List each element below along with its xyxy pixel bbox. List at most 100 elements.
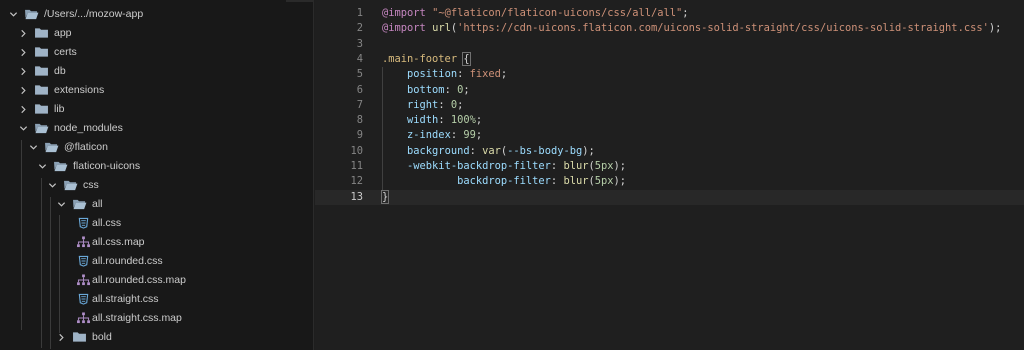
code-token: ; — [457, 98, 464, 111]
chevron-right-icon[interactable] — [16, 83, 30, 97]
code-token: : — [550, 160, 564, 172]
chevron-down-icon[interactable] — [26, 140, 40, 154]
tree-folder-bold[interactable]: bold — [0, 328, 368, 347]
code-token: fixed — [469, 68, 501, 81]
css-file-icon — [75, 292, 91, 306]
explorer-toolbar-edge — [286, 0, 314, 2]
chevron-right-icon[interactable] — [16, 102, 30, 116]
tree-folder-all[interactable]: all — [0, 195, 368, 214]
tree-folder-extensions[interactable]: extensions — [0, 81, 330, 100]
folder-icon — [33, 102, 49, 116]
code-token: "~@flaticon/flaticon-uicons/css/all/all" — [432, 7, 683, 19]
code-token: 5px — [594, 175, 614, 188]
code-token: ); — [582, 144, 595, 157]
chevron-right-icon[interactable] — [16, 64, 30, 78]
tree-folder-flaticon-uicons[interactable]: flaticon-uicons — [0, 157, 349, 176]
code-line[interactable]: 5 position: fixed; — [315, 67, 1024, 82]
chevron-down-icon[interactable] — [6, 7, 20, 21]
tree-item-label: all.straight.css.map — [92, 312, 182, 324]
tree-item-label: node_modules — [54, 122, 123, 134]
tree-folder-certs[interactable]: certs — [0, 43, 330, 62]
chevron-down-icon[interactable] — [54, 197, 68, 211]
tree-item-label: extensions — [54, 84, 105, 96]
code-line[interactable]: 2 @import url('https://cdn-uicons.flatico… — [315, 21, 1024, 36]
chevron-down-icon[interactable] — [16, 121, 30, 135]
tree-item-label: certs — [54, 46, 77, 58]
chevron-down-icon[interactable] — [35, 159, 49, 173]
code-token: : — [444, 83, 458, 96]
chevron-right-icon[interactable] — [54, 330, 68, 344]
code-text: -webkit-backdrop-filter: blur(5px); — [382, 159, 626, 174]
code-token: ; — [500, 68, 508, 81]
tree-item-label: all — [92, 198, 103, 210]
tree-item-label: css — [83, 179, 99, 191]
tree-folder--flaticon[interactable]: @flaticon — [0, 138, 340, 157]
tree-folder-node-modules[interactable]: node_modules — [0, 119, 330, 138]
chevron-right-icon[interactable] — [16, 26, 30, 40]
line-number: 10 — [350, 144, 363, 157]
code-token: url — [432, 22, 451, 35]
tree-item-label: all.css — [92, 217, 122, 229]
code-token: blur — [563, 160, 589, 172]
line-number: 2 — [356, 22, 363, 35]
code-line[interactable]: 1 @import "~@flaticon/flaticon-uicons/css… — [315, 6, 1024, 21]
chevron-right-icon[interactable] — [16, 45, 30, 59]
code-token: right — [407, 98, 439, 111]
code-line[interactable]: 11 -webkit-backdrop-filter: blur(5px); — [315, 159, 1024, 174]
folder-icon — [71, 330, 87, 344]
code-token: @import — [382, 22, 426, 35]
folder-icon — [33, 45, 49, 59]
code-token: 'https://cdn-uicons.flaticon.com/uicons-… — [457, 22, 989, 35]
code-line[interactable]: 7 right: 0; — [315, 98, 1024, 113]
code-token: : — [438, 114, 451, 127]
code-token: width — [407, 114, 439, 127]
code-line[interactable]: 13} — [315, 189, 1024, 205]
code-line[interactable]: 10 background: var(--bs-body-bg); — [315, 144, 1024, 159]
code-text: z-index: 99; — [382, 128, 482, 143]
tree-folder-lib[interactable]: lib — [0, 100, 330, 119]
code-token: ); — [613, 160, 627, 172]
code-token: position — [407, 68, 458, 81]
code-editor[interactable]: 1 @import "~@flaticon/flaticon-uicons/css… — [315, 0, 1024, 350]
tree-item-label: all.rounded.css.map — [92, 274, 186, 286]
tree-folder-app[interactable]: app — [0, 24, 330, 43]
code-token: ; — [475, 129, 483, 142]
code-line[interactable]: 8 width: 100%; — [315, 113, 1024, 128]
folder-open-icon — [62, 178, 78, 192]
code-token: 5px — [594, 160, 614, 172]
code-token: ; — [463, 83, 470, 96]
line-number: 6 — [356, 83, 363, 96]
line-number: 4 — [356, 52, 363, 65]
folder-open-icon — [71, 197, 87, 211]
tree-folder--users-mozow-app[interactable]: /Users/.../mozow-app — [0, 5, 320, 24]
code-line[interactable]: 9 z-index: 99; — [315, 128, 1024, 143]
code-text: bottom: 0; — [382, 83, 470, 98]
line-number: 5 — [356, 68, 363, 81]
sourcemap-file-icon — [75, 311, 91, 325]
code-line[interactable]: 6 bottom: 0; — [315, 83, 1024, 98]
code-line[interactable]: 4 .main-footer { — [315, 51, 1024, 67]
code-token: backdrop-filter — [457, 175, 551, 188]
tree-folder-css[interactable]: css — [0, 176, 359, 195]
tree-item-label: bold — [92, 331, 112, 343]
line-number: 3 — [356, 37, 363, 50]
line-number: 1 — [356, 7, 363, 19]
code-text: right: 0; — [382, 98, 463, 113]
code-line[interactable]: 3 — [315, 37, 1024, 52]
code-line[interactable]: 12 backdrop-filter: blur(5px); — [315, 174, 1024, 189]
code-token: : — [438, 98, 451, 111]
folder-open-icon — [33, 121, 49, 135]
code-token: bottom — [407, 83, 445, 96]
line-number: 9 — [356, 129, 363, 142]
line-number: 13 — [350, 190, 363, 203]
sourcemap-file-icon — [75, 273, 91, 287]
code-text: background: var(--bs-body-bg); — [382, 144, 595, 159]
tree-item-label: flaticon-uicons — [73, 160, 141, 172]
chevron-down-icon[interactable] — [45, 178, 59, 192]
tree-folder-db[interactable]: db — [0, 62, 330, 81]
